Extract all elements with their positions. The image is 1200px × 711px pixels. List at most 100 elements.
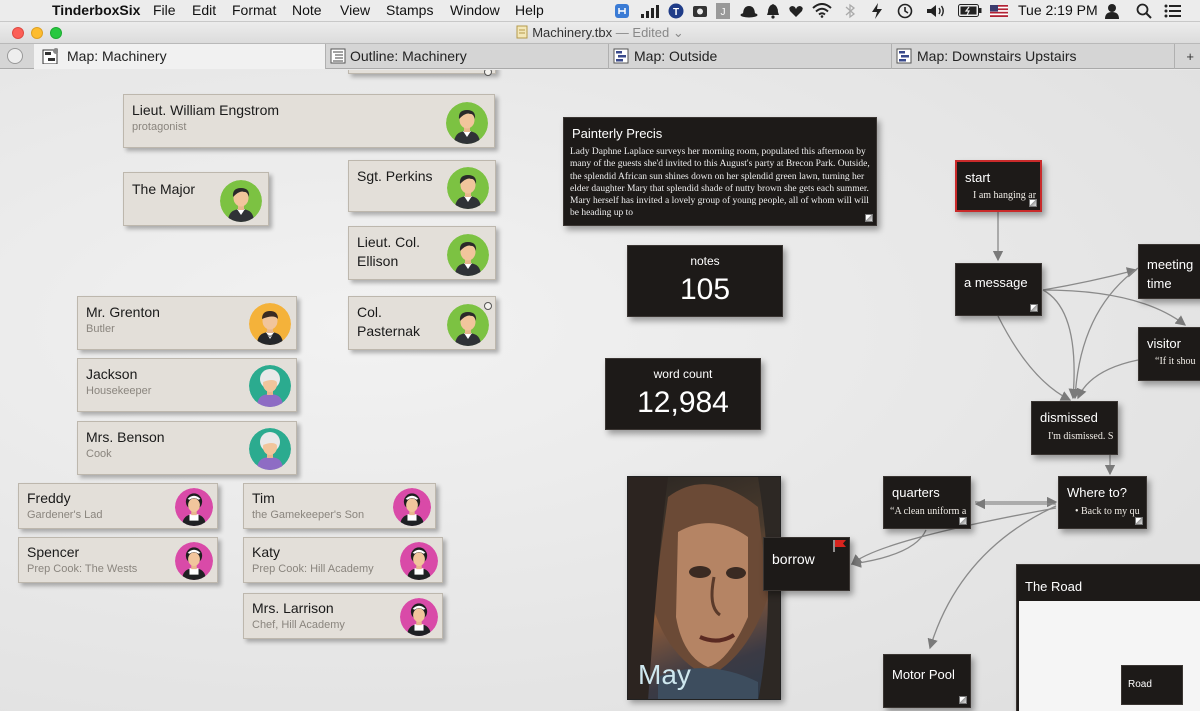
note-partial-top[interactable]: [348, 70, 496, 76]
note-subtitle: Housekeeper: [86, 385, 152, 397]
note-subtitle: Prep Cook: Hill Academy: [252, 563, 374, 575]
window-title-bar: Machinery.tbx — Edited ⌄: [0, 22, 1200, 44]
menu-stamps[interactable]: Stamps: [386, 2, 433, 18]
link-meeting-dismissed: [1070, 267, 1139, 400]
note-the-major[interactable]: The Major: [123, 172, 269, 226]
note-grenton[interactable]: Mr. Grenton Butler: [77, 296, 297, 350]
portrait-image[interactable]: May: [627, 476, 781, 700]
note-spencer[interactable]: Spencer Prep Cook: The Wests: [18, 537, 218, 583]
menu-format[interactable]: Format: [232, 2, 276, 18]
tab-map-machinery[interactable]: Map: Machinery: [34, 44, 326, 69]
bluetooth-icon[interactable]: [844, 3, 856, 19]
wifi-icon[interactable]: [812, 3, 832, 18]
tab-bar: Map: Machinery Outline: Machinery Map: O…: [0, 44, 1200, 69]
outline-view-icon: [330, 48, 346, 64]
note-start[interactable]: start I am hanging ar: [955, 160, 1042, 212]
note-katy[interactable]: Katy Prep Cook: Hill Academy: [243, 537, 443, 583]
j-tile-icon[interactable]: J: [716, 3, 730, 19]
note-ellison[interactable]: Lieut. Col. Ellison: [348, 226, 496, 280]
note-subtitle: Gardener's Lad: [27, 509, 103, 521]
note-road[interactable]: Road: [1121, 665, 1183, 705]
note-title: Tim: [252, 490, 275, 506]
battery-icon[interactable]: [958, 4, 982, 17]
menu-window[interactable]: Window: [450, 2, 500, 18]
tab-circle-icon[interactable]: [7, 48, 23, 64]
us-flag-icon[interactable]: [990, 5, 1008, 17]
new-tab-button[interactable]: +: [1186, 49, 1194, 64]
volume-icon[interactable]: [926, 3, 946, 19]
note-pasternak[interactable]: Col. Pasternak: [348, 296, 496, 350]
note-subtitle: Prep Cook: The Wests: [27, 563, 138, 575]
note-title: Lieut. William Engstrom: [132, 102, 280, 118]
t-circle-icon[interactable]: T: [668, 3, 684, 19]
note-title: Col. Pasternak: [357, 304, 421, 339]
note-subtitle: the Gamekeeper's Son: [252, 509, 365, 521]
note-jackson[interactable]: Jackson Housekeeper: [77, 358, 297, 412]
svg-text:T: T: [673, 7, 679, 18]
menu-edit[interactable]: Edit: [192, 2, 216, 18]
note-tim[interactable]: Tim the Gamekeeper's Son: [243, 483, 436, 529]
menu-app-name[interactable]: TinderboxSix: [52, 2, 140, 18]
map-canvas[interactable]: Lieut. William Engstrom protagonist The …: [0, 70, 1200, 711]
menu-help[interactable]: Help: [515, 2, 544, 18]
butler-avatar-icon: [249, 303, 291, 345]
note-body: • Back to my qu: [1075, 506, 1140, 517]
note-quarters[interactable]: quarters “A clean uniform a: [883, 476, 971, 529]
note-painterly-precis[interactable]: Painterly Precis Lady Daphne Laplace sur…: [563, 117, 877, 226]
note-sgt-perkins[interactable]: Sgt. Perkins: [348, 160, 496, 212]
green-man-avatar-icon: [446, 102, 488, 144]
map-view-icon: [42, 48, 58, 64]
signal-bars-icon[interactable]: [640, 4, 660, 18]
tab-outline-machinery[interactable]: Outline: Machinery: [326, 44, 609, 69]
bell-icon[interactable]: [766, 3, 780, 19]
bolt-icon[interactable]: [870, 3, 884, 19]
container-the-road[interactable]: The Road Road: [1016, 564, 1200, 711]
note-title: Lieut. Col. Ellison: [357, 234, 421, 269]
note-larrison[interactable]: Mrs. Larrison Chef, Hill Academy: [243, 593, 443, 639]
heart-icon[interactable]: [788, 4, 804, 18]
note-title: dismissed: [1040, 410, 1098, 425]
note-benson[interactable]: Mrs. Benson Cook: [77, 421, 297, 475]
tab-map-outside[interactable]: Map: Outside: [609, 44, 892, 69]
note-corner-icon: [1135, 517, 1143, 525]
spotlight-search-icon[interactable]: [1136, 3, 1152, 19]
document-title[interactable]: Machinery.tbx — Edited ⌄: [0, 25, 1200, 41]
notification-center-icon[interactable]: [1164, 3, 1182, 19]
screenshot-icon[interactable]: [692, 4, 708, 18]
note-meeting-time[interactable]: meeting time: [1138, 244, 1200, 299]
note-where-to[interactable]: Where to? • Back to my qu: [1058, 476, 1147, 529]
tab-label: Map: Downstairs Upstairs: [917, 48, 1077, 64]
note-engstrom[interactable]: Lieut. William Engstrom protagonist: [123, 94, 495, 148]
title-chevron-icon[interactable]: ⌄: [673, 25, 684, 40]
note-title: meeting time: [1147, 257, 1194, 291]
menu-file[interactable]: File: [153, 2, 176, 18]
container-interior[interactable]: Road: [1019, 601, 1200, 711]
note-a-message[interactable]: a message: [955, 263, 1042, 316]
link-message-meeting: [1042, 267, 1138, 291]
note-borrow[interactable]: borrow: [763, 537, 850, 591]
note-visitor[interactable]: visitor “If it shou: [1138, 327, 1200, 381]
note-subtitle: Cook: [86, 448, 112, 460]
note-title: Mr. Grenton: [86, 304, 160, 320]
note-motor-pool[interactable]: Motor Pool: [883, 654, 971, 708]
tab-map-downstairs-upstairs[interactable]: Map: Downstairs Upstairs: [892, 44, 1175, 69]
note-title: Where to?: [1067, 485, 1127, 500]
note-title: Motor Pool: [892, 667, 955, 682]
stat-label: notes: [690, 254, 720, 268]
map-view-icon: [613, 48, 629, 64]
svg-text:J: J: [721, 7, 726, 18]
menu-note[interactable]: Note: [292, 2, 322, 18]
note-freddy[interactable]: Freddy Gardener's Lad: [18, 483, 218, 529]
menu-view[interactable]: View: [340, 2, 370, 18]
agent-word-count[interactable]: word count 12,984: [605, 358, 761, 430]
agent-notes-count[interactable]: notes 105: [627, 245, 783, 317]
time-machine-icon[interactable]: [896, 3, 914, 19]
green-man-avatar-icon: [220, 180, 262, 222]
menu-clock[interactable]: Tue 2:19 PM: [1018, 2, 1098, 18]
user-icon[interactable]: [1104, 3, 1120, 19]
finder-status-icon[interactable]: [614, 3, 630, 19]
stat-value: 105: [679, 273, 731, 306]
bowler-hat-icon[interactable]: [740, 4, 758, 18]
note-dismissed[interactable]: dismissed I'm dismissed. S: [1031, 401, 1118, 455]
note-title: Mrs. Larrison: [252, 600, 334, 616]
